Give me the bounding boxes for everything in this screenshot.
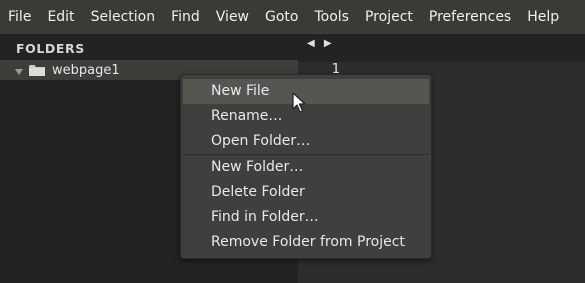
menu-edit[interactable]: Edit — [39, 0, 82, 34]
menu-item-new-folder[interactable]: New Folder… — [181, 155, 431, 180]
menu-find[interactable]: Find — [163, 0, 208, 34]
menu-item-remove-folder-from-project[interactable]: Remove Folder from Project — [181, 230, 431, 255]
mouse-pointer-icon — [291, 92, 307, 114]
menu-selection[interactable]: Selection — [83, 0, 164, 34]
menu-help[interactable]: Help — [519, 0, 567, 34]
tab-nav-arrows-icon[interactable]: ◀ ▶ — [307, 38, 335, 49]
menu-item-find-in-folder[interactable]: Find in Folder… — [181, 205, 431, 230]
tab-strip: ◀ ▶ — [298, 34, 585, 62]
menu-bar: File Edit Selection Find View Goto Tools… — [0, 0, 585, 34]
folder-icon — [28, 63, 46, 77]
menu-view[interactable]: View — [208, 0, 257, 34]
menu-goto[interactable]: Goto — [257, 0, 306, 34]
menu-item-delete-folder[interactable]: Delete Folder — [181, 180, 431, 205]
menu-file[interactable]: File — [0, 0, 39, 34]
menu-project[interactable]: Project — [357, 0, 421, 34]
menu-preferences[interactable]: Preferences — [421, 0, 519, 34]
sidebar-header: FOLDERS — [16, 41, 85, 56]
folder-name: webpage1 — [52, 62, 120, 78]
disclosure-triangle-icon[interactable] — [14, 65, 24, 75]
menu-tools[interactable]: Tools — [306, 0, 357, 34]
menu-item-open-folder[interactable]: Open Folder… — [181, 129, 431, 154]
sublime-text-window: File Edit Selection Find View Goto Tools… — [0, 0, 585, 283]
